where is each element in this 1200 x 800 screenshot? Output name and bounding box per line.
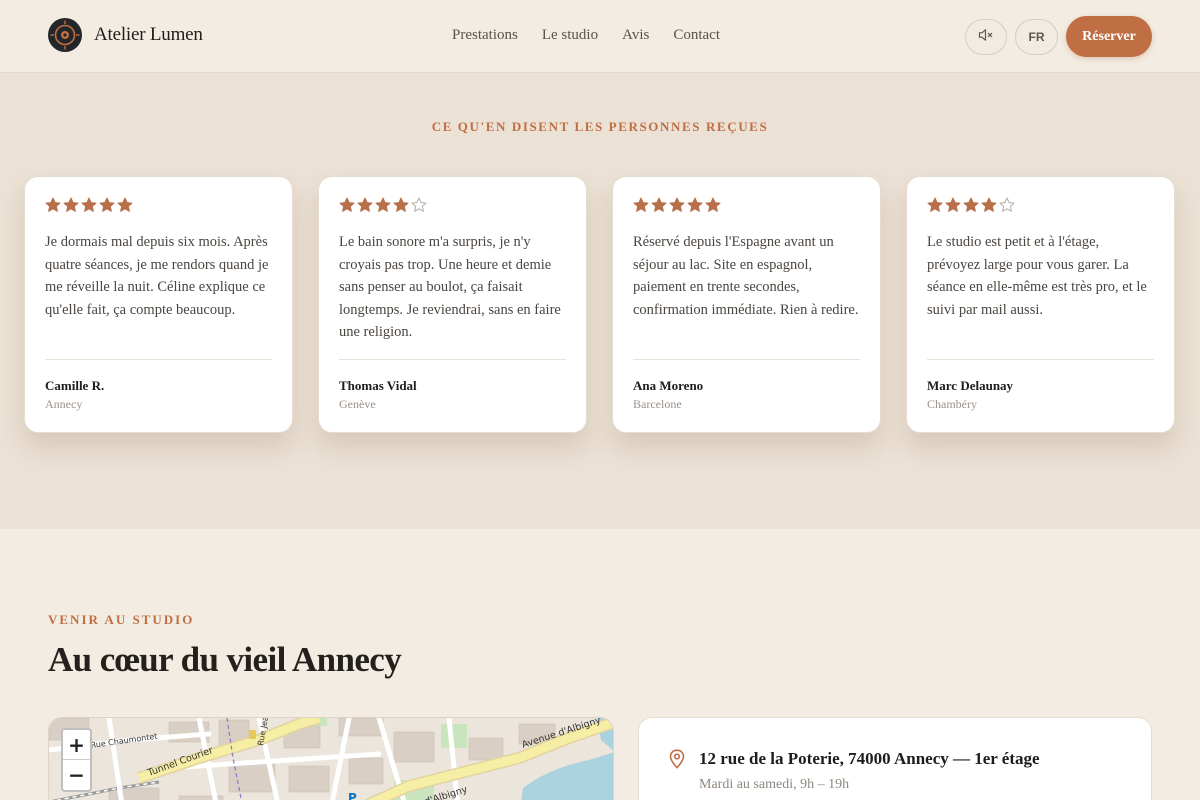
star-filled-icon [339,197,355,213]
star-filled-icon [945,197,961,213]
testimonial-quote: Le studio est petit et à l'étage, prévoy… [927,234,1147,318]
nav-link-avis[interactable]: Avis [622,27,649,44]
map-zoom-control: + − [61,728,92,792]
map-pin-icon [669,749,685,774]
nav-link-prestations[interactable]: Prestations [452,27,518,44]
testimonial-city: Chambéry [927,397,977,411]
star-rating [45,197,272,213]
star-filled-icon [99,197,115,213]
testimonial-card: Je dormais mal depuis six mois. Après qu… [24,176,293,433]
card-divider [633,359,860,360]
star-filled-icon [705,197,721,213]
testimonial-card: Réservé depuis l'Espagne avant un séjour… [612,176,881,433]
star-filled-icon [981,197,997,213]
location-section: VENIR AU STUDIO Au cœur du vieil Annecy [0,529,1200,800]
testimonials-eyebrow: CE QU'EN DISENT LES PERSONNES REÇUES [431,119,769,134]
testimonial-author: Thomas Vidal [339,378,417,393]
star-rating [927,197,1154,213]
star-rating [339,197,566,213]
language-button[interactable]: FR [1015,18,1058,55]
star-empty-icon [999,197,1015,213]
star-filled-icon [651,197,667,213]
testimonial-card: Le studio est petit et à l'étage, prévoy… [906,176,1175,433]
star-filled-icon [45,197,61,213]
nav-link-le-studio[interactable]: Le studio [542,27,598,44]
studio-address: 12 rue de la Poterie, 74000 Annecy — 1er… [699,749,1040,768]
logo-icon [48,18,82,52]
location-eyebrow: VENIR AU STUDIO [48,612,195,627]
star-filled-icon [375,197,391,213]
testimonial-author: Camille R. [45,378,105,393]
card-divider [927,359,1154,360]
star-filled-icon [669,197,685,213]
brand[interactable]: Atelier Lumen [48,18,203,52]
testimonial-city: Genève [339,397,376,411]
testimonial-quote: Je dormais mal depuis six mois. Après qu… [45,234,269,318]
star-rating [633,197,860,213]
testimonial-quote: Réservé depuis l'Espagne avant un séjour… [633,234,859,318]
star-empty-icon [411,197,427,213]
testimonial-card: Le bain sonore m'a surpris, je n'y croya… [318,176,587,433]
testimonials-section: CE QU'EN DISENT LES PERSONNES REÇUES Je … [0,73,1200,529]
star-filled-icon [927,197,943,213]
nav-link-contact[interactable]: Contact [673,27,720,44]
address-card: 12 rue de la Poterie, 74000 Annecy — 1er… [638,717,1152,800]
brand-name: Atelier Lumen [94,24,203,45]
testimonial-quote: Le bain sonore m'a surpris, je n'y croya… [339,234,561,341]
zoom-in-button[interactable]: + [63,730,90,760]
star-filled-icon [633,197,649,213]
zoom-out-button[interactable]: − [63,760,90,790]
parking-icon: P [348,791,357,800]
card-divider [45,359,272,360]
star-filled-icon [63,197,79,213]
star-filled-icon [963,197,979,213]
mute-button[interactable] [965,18,1007,55]
main-nav: Prestations Le studio Avis Contact [452,27,720,44]
testimonial-city: Barcelone [633,397,682,411]
star-filled-icon [81,197,97,213]
testimonial-city: Annecy [45,397,83,411]
star-filled-icon [393,197,409,213]
speaker-muted-icon [978,28,994,46]
testimonial-author: Ana Moreno [633,378,704,393]
card-divider [339,359,566,360]
opening-hours: Mardi au samedi, 9h – 19h [699,777,850,792]
star-filled-icon [117,197,133,213]
star-filled-icon [687,197,703,213]
testimonial-author: Marc Delaunay [927,378,1014,393]
star-filled-icon [357,197,373,213]
site-header: Atelier Lumen Prestations Le studio Avis… [0,0,1200,73]
map[interactable]: Tunnel Courier Avenue d'Albigny Avenue d… [48,717,614,800]
header-actions: FR Réserver [965,16,1152,57]
location-title: Au cœur du vieil Annecy [48,640,402,679]
reserve-button[interactable]: Réserver [1066,16,1152,57]
